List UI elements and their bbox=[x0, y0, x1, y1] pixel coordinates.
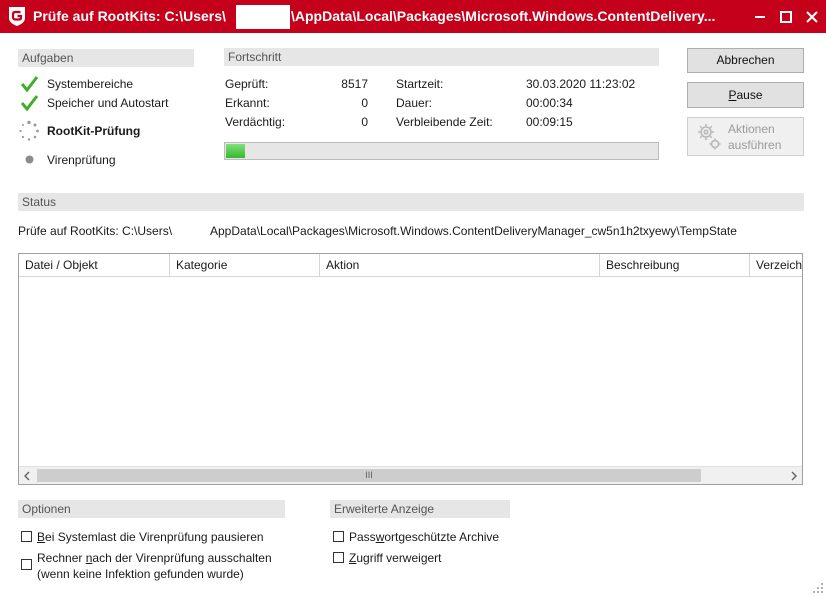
minimize-button[interactable] bbox=[747, 0, 773, 33]
tasks-header: Aufgaben bbox=[18, 49, 194, 67]
close-button[interactable] bbox=[799, 0, 825, 33]
table-header: Datei / Objekt Kategorie Aktion Beschrei… bbox=[19, 254, 802, 277]
progress-header: Fortschritt bbox=[224, 48, 659, 66]
gdata-logo-icon bbox=[9, 7, 25, 26]
progress-bar bbox=[224, 142, 659, 160]
title-bar[interactable]: Prüfe auf RootKits: C:\Users\ \AppData\L… bbox=[0, 0, 826, 33]
maximize-icon bbox=[780, 10, 792, 23]
options-header: Optionen bbox=[18, 500, 285, 518]
maximize-button[interactable] bbox=[773, 0, 799, 33]
password-archives-label[interactable]: Passwortgeschützte Archive bbox=[349, 530, 499, 544]
detected-value: 0 bbox=[361, 96, 368, 110]
horizontal-scrollbar[interactable]: III bbox=[19, 466, 802, 484]
checkmark-icon bbox=[21, 95, 38, 111]
spinner-icon bbox=[19, 120, 39, 141]
shutdown-checkbox[interactable] bbox=[21, 559, 32, 570]
checked-label: Geprüft: bbox=[225, 77, 269, 91]
progress-bar-fill bbox=[226, 144, 245, 158]
remaining-label: Verbleibende Zeit: bbox=[396, 115, 493, 129]
run-actions-label-line1: Aktionen bbox=[728, 122, 775, 136]
start-time-value: 30.03.2020 11:23:02 bbox=[526, 77, 636, 91]
task-label: Systembereiche bbox=[47, 77, 134, 91]
pause-button[interactable]: Pause bbox=[687, 82, 804, 108]
resize-grip-icon[interactable] bbox=[812, 582, 824, 594]
window-title: Prüfe auf RootKits: C:\Users\ bbox=[33, 8, 226, 24]
status-header: Status bbox=[18, 193, 804, 211]
advanced-view-header: Erweiterte Anzeige bbox=[330, 500, 510, 518]
task-label-active: RootKit-Prüfung bbox=[47, 124, 141, 138]
access-denied-label[interactable]: Zugriff verweigert bbox=[349, 551, 442, 565]
suspicious-label: Verdächtig: bbox=[225, 115, 286, 129]
detected-label: Erkannt: bbox=[225, 96, 270, 110]
scrollbar-grip: III bbox=[365, 470, 373, 480]
duration-label: Dauer: bbox=[396, 96, 433, 110]
scrollbar-thumb[interactable]: III bbox=[37, 469, 701, 482]
duration-value: 00:00:34 bbox=[526, 96, 573, 110]
task-label: Virenprüfung bbox=[47, 153, 116, 167]
status-text-path: AppData\Local\Packages\Microsoft.Windows… bbox=[210, 224, 737, 238]
run-actions-button[interactable]: Aktionen ausführen bbox=[687, 117, 804, 156]
scroll-left-icon[interactable] bbox=[23, 471, 31, 481]
pending-dot-icon bbox=[25, 155, 34, 164]
remaining-value: 00:09:15 bbox=[526, 115, 573, 129]
shutdown-label-line2: (wenn keine Infektion gefunden wurde) bbox=[37, 567, 244, 581]
column-header-directory[interactable]: Verzeichr bbox=[750, 254, 802, 276]
access-denied-checkbox[interactable] bbox=[333, 552, 344, 563]
gears-icon bbox=[698, 124, 721, 150]
column-header-category[interactable]: Kategorie bbox=[170, 254, 320, 276]
pause-on-load-label[interactable]: Bei Systemlast die Virenprüfung pausiere… bbox=[37, 530, 264, 544]
close-icon bbox=[806, 10, 818, 23]
run-actions-label-line2: ausführen bbox=[728, 138, 782, 152]
password-archives-checkbox[interactable] bbox=[333, 531, 344, 542]
cancel-button[interactable]: Abbrechen bbox=[687, 48, 804, 73]
window-title-path: \AppData\Local\Packages\Microsoft.Window… bbox=[291, 8, 716, 24]
column-header-file[interactable]: Datei / Objekt bbox=[19, 254, 170, 276]
column-header-action[interactable]: Aktion bbox=[320, 254, 600, 276]
column-header-description[interactable]: Beschreibung bbox=[600, 254, 750, 276]
pause-button-label: Pause bbox=[728, 88, 763, 102]
start-time-label: Startzeit: bbox=[396, 77, 444, 91]
results-table[interactable]: Datei / Objekt Kategorie Aktion Beschrei… bbox=[18, 253, 803, 485]
scroll-right-icon[interactable] bbox=[790, 471, 798, 481]
minimize-icon bbox=[755, 15, 765, 18]
task-label: Speicher und Autostart bbox=[47, 96, 169, 110]
suspicious-value: 0 bbox=[361, 115, 368, 129]
checked-value: 8517 bbox=[341, 77, 368, 91]
redacted-username bbox=[236, 5, 290, 29]
status-text-prefix: Prüfe auf RootKits: C:\Users\ bbox=[18, 224, 173, 238]
pause-on-load-checkbox[interactable] bbox=[21, 531, 32, 542]
shutdown-label-line1[interactable]: Rechner nach der Virenprüfung ausschalte… bbox=[37, 551, 272, 565]
checkmark-icon bbox=[21, 76, 38, 92]
